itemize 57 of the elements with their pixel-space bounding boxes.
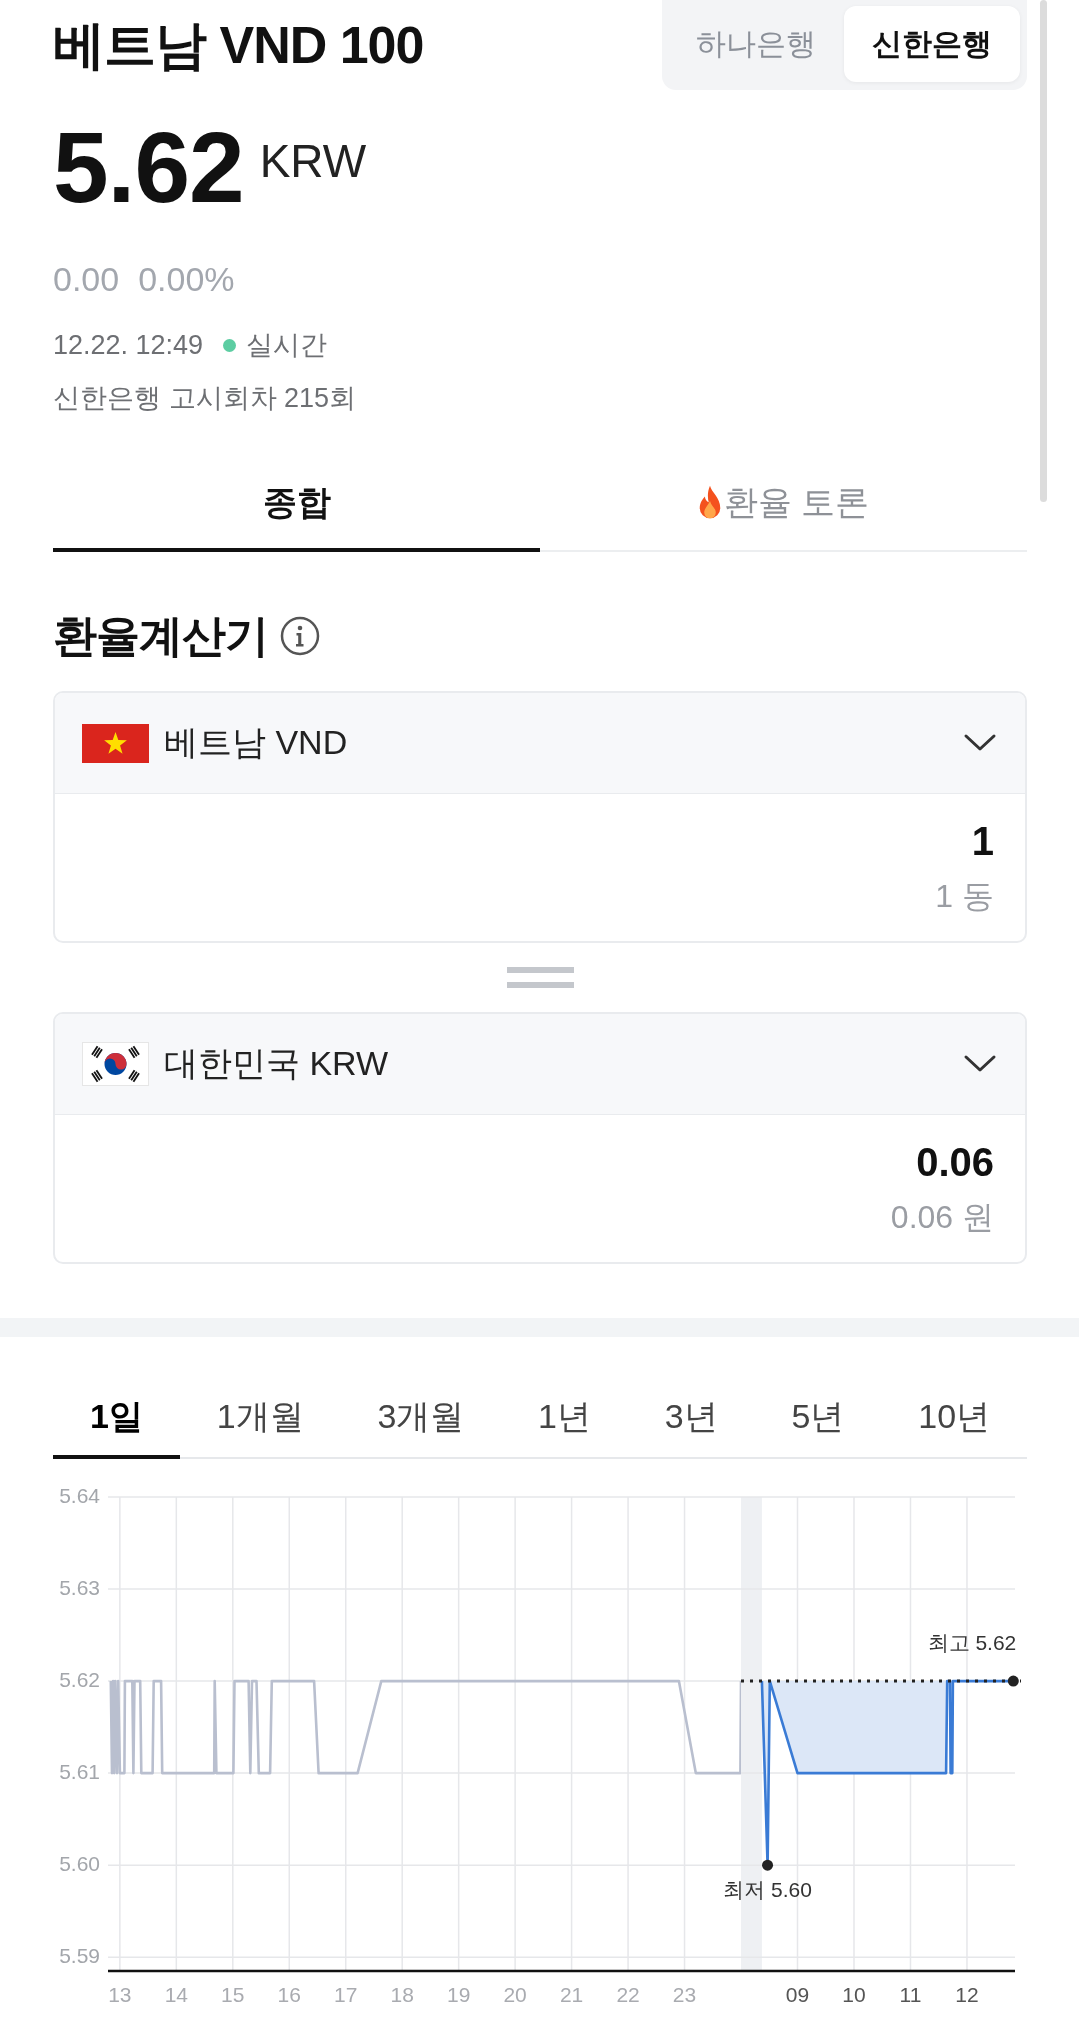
live-label: 실시간 [246, 329, 328, 362]
period-tab[interactable]: 1일 [53, 1377, 180, 1459]
amount-in-words: 0.06 원 [890, 1198, 994, 1237]
x-axis-label: 13 [108, 1982, 132, 2006]
equals-icon [506, 967, 574, 988]
star-flag-icon [82, 723, 149, 763]
x-axis-label: 17 [334, 1982, 358, 2006]
update-time: 12.22. 12:49 [53, 329, 204, 362]
y-axis-label: 5.62 [59, 1667, 100, 1691]
x-axis-label: 15 [221, 1982, 245, 2006]
y-axis-label: 5.63 [59, 1575, 100, 1599]
period-tab[interactable]: 3년 [627, 1377, 755, 1459]
x-axis-label: 20 [503, 1982, 527, 2006]
period-tab[interactable]: 5년 [754, 1377, 882, 1459]
y-axis-label: 5.59 [59, 1943, 100, 1967]
x-axis-label: 09 [785, 1982, 810, 2006]
x-axis-label: 19 [447, 1982, 471, 2006]
annotation-label: 최저 5.60 [723, 1877, 812, 1901]
y-axis-label: 5.64 [59, 1483, 100, 1507]
y-axis-label: 5.60 [59, 1851, 100, 1875]
bank-tab[interactable]: 신한은행 [844, 6, 1020, 82]
x-axis-label: 11 [899, 1982, 922, 2006]
page-title: 베트남 VND 100 [53, 15, 424, 75]
chevron-down-icon [963, 733, 997, 753]
currency-select[interactable]: 베트남 VND [55, 693, 1025, 794]
section-heading: 환율계산기 [53, 610, 268, 662]
point-marker-icon [1007, 1675, 1019, 1687]
amount-field[interactable]: 1 1 동 [55, 794, 1025, 941]
amount-field[interactable]: 0.06 0.06 원 [55, 1115, 1025, 1262]
amount-in-words: 1 동 [935, 877, 994, 916]
period-tab[interactable]: 1개월 [179, 1377, 341, 1459]
x-axis-label: 22 [616, 1982, 640, 2006]
period-tab[interactable]: 3개월 [340, 1377, 502, 1459]
info-icon[interactable] [280, 616, 320, 656]
x-axis-label: 21 [559, 1982, 584, 2006]
point-marker-icon [762, 1859, 774, 1871]
section-tab[interactable]: 종합 [53, 466, 540, 552]
period-tab[interactable]: 10년 [881, 1377, 1028, 1459]
scrollbar-thumb[interactable] [1040, 0, 1047, 502]
notice-round-text: 신한은행 고시회차 215회 [53, 382, 358, 415]
change-amount: 0.00 [53, 259, 120, 299]
x-axis-label: 12 [955, 1982, 979, 2006]
annotation-label: 최고 5.62 [927, 1630, 1017, 1654]
x-axis-label: 14 [164, 1982, 188, 2006]
period-tab[interactable]: 1년 [501, 1377, 628, 1459]
taegeuk-flag-icon [82, 1042, 149, 1086]
x-axis-label: 18 [390, 1982, 414, 2006]
chevron-down-icon [963, 1054, 997, 1074]
x-axis-label: 23 [672, 1982, 697, 2006]
currency-select[interactable]: 대한민국 KRW [55, 1014, 1025, 1115]
change-rate: 0.00% [138, 259, 235, 299]
x-axis-label: 16 [277, 1982, 301, 2006]
y-axis-label: 5.61 [59, 1759, 100, 1783]
currency-unit: KRW [259, 138, 367, 184]
exchange-rate: 5.62 [53, 117, 244, 217]
live-status-dot-icon [223, 338, 237, 352]
x-axis-label: 10 [842, 1982, 866, 2006]
